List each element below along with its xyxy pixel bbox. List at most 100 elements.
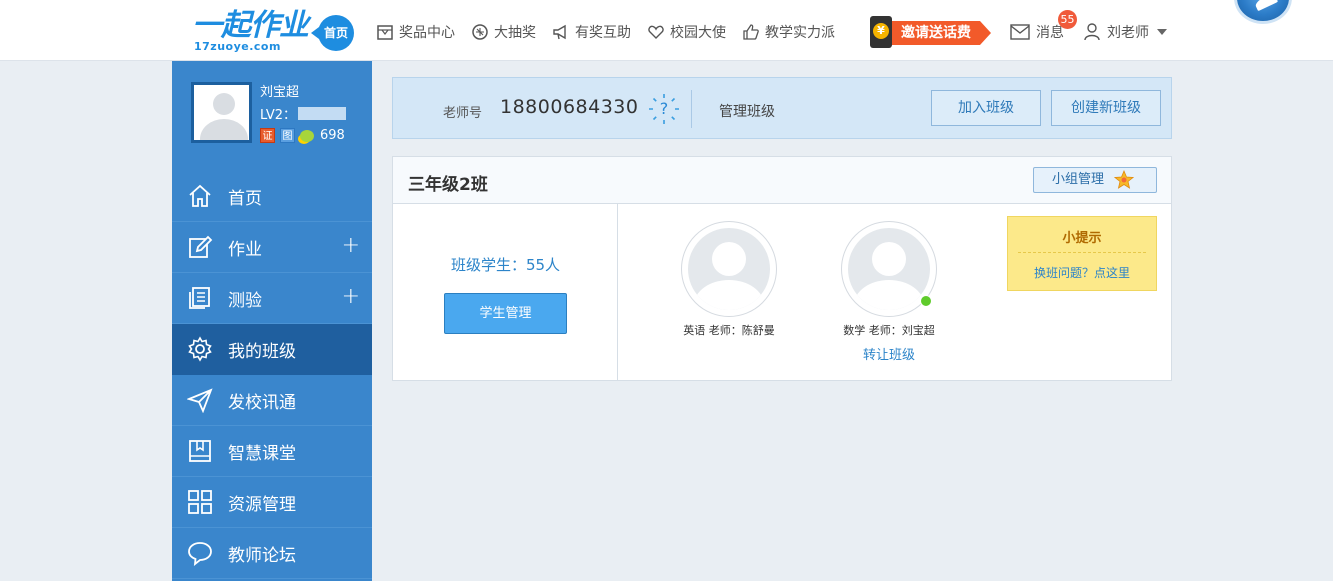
paper-plane-icon	[186, 386, 214, 414]
logo-domain: 17zuoye.com	[194, 40, 281, 53]
class-title: 三年级2班	[408, 175, 488, 195]
image-badge-icon[interactable]: 图	[280, 128, 295, 143]
sidebar-item-label: 发校讯通	[228, 392, 296, 413]
home-icon	[186, 182, 214, 210]
teacher-id-label: 老师号	[443, 106, 483, 121]
tips-title: 小提示	[1062, 231, 1102, 246]
nav-label: 有奖互助	[575, 25, 631, 41]
level-label: LV2：	[260, 108, 296, 123]
create-class-button[interactable]: 创建新班级	[1051, 90, 1161, 126]
student-panel: 班级学生：55人 学生管理	[393, 204, 618, 380]
grid-icon	[186, 488, 214, 516]
expand-plus-icon[interactable]: +	[342, 286, 360, 308]
megaphone-icon	[553, 24, 566, 40]
teacher-id-number: 18800684330	[500, 96, 639, 118]
nav-reward-help[interactable]: 有奖互助	[552, 22, 631, 42]
sidebar-menu: 首页 作业 + 测验 + 我的班级 发校讯通 智慧课堂 资源管理 教师论坛	[172, 171, 372, 579]
sidebar-item-label: 我的班级	[228, 341, 296, 362]
sidebar-item-label: 智慧课堂	[228, 443, 296, 464]
book-icon	[186, 437, 214, 465]
sidebar: 刘宝超 LV2： 证 图 698 首页 作业 + 测验 + 我的班级 发校讯通 …	[172, 61, 372, 581]
messages-link[interactable]: 消息 55	[1010, 10, 1077, 42]
nav-label: 大抽奖	[494, 25, 536, 41]
phone-coin-icon	[870, 16, 892, 48]
group-management-button[interactable]: 小组管理	[1033, 167, 1157, 193]
nav-teaching-power[interactable]: 教学实力派	[742, 22, 835, 42]
messages-count-badge: 55	[1058, 10, 1077, 29]
heart-icon	[648, 25, 664, 39]
sidebar-item-quiz[interactable]: 测验 +	[172, 273, 372, 324]
nav-label: 奖品中心	[399, 25, 455, 41]
mascot-avatar[interactable]	[1234, 0, 1292, 24]
profile-level: LV2：	[260, 104, 346, 123]
help-question-icon[interactable]: ?	[647, 92, 681, 126]
user-name: 刘老师	[1107, 25, 1149, 41]
sidebar-item-home[interactable]: 首页	[172, 171, 372, 222]
sidebar-item-school-notice[interactable]: 发校讯通	[172, 375, 372, 426]
nav-prize-center[interactable]: 奖品中心	[376, 22, 455, 42]
sidebar-item-smart-classroom[interactable]: 智慧课堂	[172, 426, 372, 477]
chat-bubble-icon	[186, 539, 214, 567]
sidebar-item-label: 教师论坛	[228, 545, 296, 566]
profile-badges: 证 图 698	[260, 128, 345, 143]
sidebar-item-my-class[interactable]: 我的班级	[172, 324, 372, 375]
join-class-button[interactable]: 加入班级	[931, 90, 1041, 126]
student-count: 班级学生：55人	[450, 256, 561, 274]
envelope-icon	[1010, 24, 1030, 40]
divider	[691, 90, 692, 128]
user-icon	[1084, 23, 1100, 41]
group-management-label: 小组管理	[1052, 172, 1105, 187]
sidebar-item-label: 作业	[228, 239, 262, 260]
bean-count: 698	[320, 128, 345, 143]
thumbs-up-icon	[743, 24, 759, 40]
expand-plus-icon[interactable]: +	[342, 235, 360, 257]
gear-icon	[186, 335, 214, 363]
certificate-icon[interactable]: 证	[260, 128, 275, 143]
online-status-dot	[920, 295, 932, 307]
tips-box: 小提示 换班问题？点这里	[1007, 216, 1157, 291]
level-progress-bar	[297, 107, 346, 120]
sidebar-item-resources[interactable]: 资源管理	[172, 477, 372, 528]
transfer-class-link[interactable]: 转让班级	[841, 344, 937, 363]
sidebar-item-label: 资源管理	[228, 494, 296, 515]
sidebar-item-label: 首页	[228, 188, 262, 209]
top-nav: 奖品中心 大抽奖 有奖互助 校园大使 教学实力派	[376, 22, 851, 42]
new-star-icon	[1114, 170, 1134, 189]
sidebar-item-homework[interactable]: 作业 +	[172, 222, 372, 273]
nav-lottery[interactable]: 大抽奖	[471, 22, 536, 42]
change-class-help-link[interactable]: 换班问题？点这里	[1008, 264, 1156, 281]
profile-card: 刘宝超 LV2： 证 图 698	[172, 61, 372, 163]
divider	[1018, 252, 1146, 253]
nav-campus-ambassador[interactable]: 校园大使	[647, 22, 726, 42]
site-logo[interactable]: 一起作业 17zuoye.com 首页	[192, 8, 354, 56]
teacher-english: 英语 老师：陈舒曼	[681, 221, 777, 338]
document-stack-icon	[186, 284, 214, 312]
gift-box-icon	[377, 25, 393, 40]
invite-reward-banner[interactable]: 邀请送话费	[870, 16, 992, 48]
student-management-button[interactable]: 学生管理	[444, 293, 567, 334]
svg-text:?: ?	[660, 99, 669, 118]
bean-coin-icon	[300, 129, 314, 142]
teacher-caption: 数学 老师：刘宝超	[843, 324, 935, 337]
sidebar-item-forum[interactable]: 教师论坛	[172, 528, 372, 579]
nav-label: 教学实力派	[765, 25, 835, 41]
avatar[interactable]	[681, 221, 777, 317]
pencil-edit-icon	[186, 233, 214, 261]
user-menu[interactable]: 刘老师	[1084, 22, 1167, 42]
teacher-caption: 英语 老师：陈舒曼	[683, 324, 775, 337]
class-card-header: 三年级2班 小组管理	[393, 157, 1171, 204]
home-badge[interactable]: 首页	[311, 15, 354, 51]
teacher-id-bar: 老师号 18800684330 ? 管理班级 加入班级 创建新班级	[392, 77, 1172, 139]
invite-label: 邀请送话费	[892, 21, 980, 45]
teacher-math: 数学 老师：刘宝超 转让班级	[841, 221, 937, 363]
logo-text: 一起作业	[192, 8, 309, 43]
chevron-down-icon	[1157, 29, 1167, 35]
nav-label: 校园大使	[670, 25, 726, 41]
sidebar-item-label: 测验	[228, 290, 262, 311]
avatar[interactable]	[191, 82, 252, 143]
ribbon-tail	[980, 21, 991, 45]
manage-class-label: 管理班级	[719, 104, 775, 120]
lottery-icon	[472, 24, 488, 40]
top-header: 一起作业 17zuoye.com 首页 奖品中心 大抽奖 有奖互助 校园大使 教…	[0, 0, 1333, 61]
class-card: 三年级2班 小组管理 班级学生：55人 学生管理 英语 老师：陈舒曼 数学 老师…	[392, 156, 1172, 381]
